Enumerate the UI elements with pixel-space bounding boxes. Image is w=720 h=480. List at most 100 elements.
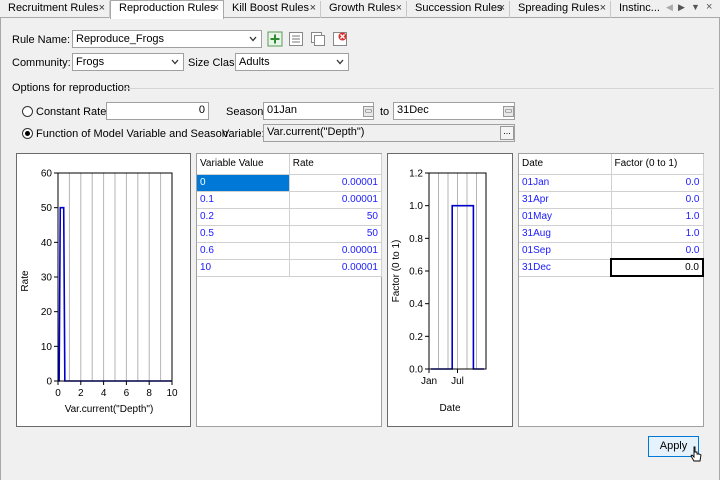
close-icon[interactable]: × [213, 1, 219, 16]
season-from-input[interactable]: 01Jan [263, 102, 374, 120]
reproduction-rules-panel: Rule Name: Reproduce_Frogs Community: Fr… [0, 18, 720, 480]
rate-table-cell[interactable]: 0 [197, 174, 290, 192]
rate-table: Variable Value Rate 0 0.00001 0.1 0.00001 0.… [196, 153, 383, 427]
close-icon[interactable]: × [396, 1, 402, 16]
y-tick-label: 1.0 [409, 201, 423, 212]
rate-table-header-variable[interactable]: Variable Value [197, 154, 290, 175]
constant-rate-value: 0 [198, 104, 205, 116]
factor-table-row[interactable]: 01Sep 0.0 [519, 242, 704, 260]
tab-list-icon[interactable]: ▼ [691, 2, 700, 12]
factor-table-header-date[interactable]: Date [519, 154, 612, 175]
rate-table-cell[interactable]: 0.00001 [289, 242, 383, 260]
factor-table-row[interactable]: 31Dec 0.0 [519, 258, 704, 277]
tab-kill-boost-rules[interactable]: Kill Boost Rules × [224, 1, 321, 18]
close-icon[interactable]: × [706, 1, 712, 13]
x-tick-label: Jul [451, 376, 464, 387]
function-label[interactable]: Function of Model Variable and Season [36, 127, 228, 141]
rate-table-cell[interactable]: 0.5 [197, 225, 290, 243]
x-tick-label: 0 [55, 388, 61, 399]
rate-table-row[interactable]: 0.2 50 [197, 208, 383, 226]
season-to-input[interactable]: 31Dec [393, 102, 515, 120]
factor-table-cell[interactable]: 0.0 [611, 242, 704, 260]
add-rule-icon[interactable] [267, 31, 283, 47]
factor-table-cell[interactable]: 0.0 [611, 174, 704, 192]
tab-succession-rules[interactable]: Succession Rules × [407, 1, 510, 18]
season-to-value: 31Dec [397, 104, 429, 116]
constant-rate-input[interactable]: 0 [106, 102, 209, 120]
factor-table-row[interactable]: 31Apr 0.0 [519, 191, 704, 209]
constant-rate-label[interactable]: Constant Rate: [36, 105, 109, 119]
scroll-left-icon[interactable]: ◀ [666, 2, 673, 13]
factor-table-row[interactable]: 31Aug 1.0 [519, 225, 704, 243]
rate-table-row[interactable]: 10 0.00001 [197, 259, 383, 277]
rule-name-label: Rule Name: [12, 34, 71, 46]
y-tick-label: 10 [41, 342, 53, 353]
close-icon[interactable]: × [99, 1, 105, 16]
rate-table-cell[interactable]: 10 [197, 259, 290, 277]
factor-table-row[interactable]: 01Jan 0.0 [519, 174, 704, 192]
function-radio[interactable] [22, 128, 33, 139]
variable-input[interactable]: Var.current("Depth") [263, 124, 515, 142]
factor-table-cell[interactable]: 01Sep [519, 242, 612, 260]
tab-instinct-rules[interactable]: Instinc... [611, 1, 665, 18]
rate-table-header-rate[interactable]: Rate [289, 154, 383, 175]
factor-table-cell[interactable]: 31Dec [519, 259, 612, 277]
radio-selected-dot [25, 131, 30, 136]
tab-label: Instinc... [619, 2, 660, 14]
rate-table-cell[interactable]: 50 [289, 225, 383, 243]
tab-reproduction-rules[interactable]: Reproduction Rules × [110, 0, 224, 19]
rate-table-cell[interactable]: 0.6 [197, 242, 290, 260]
rate-table-cell[interactable]: 0.2 [197, 208, 290, 226]
calendar-icon[interactable]: ▭ [503, 106, 514, 117]
factor-table-cell[interactable]: 1.0 [611, 208, 704, 226]
factor-table-cell[interactable]: 31Apr [519, 191, 612, 209]
tab-growth-rules[interactable]: Growth Rules × [321, 1, 407, 18]
x-tick-label: 2 [78, 388, 84, 399]
rule-name-combo[interactable]: Reproduce_Frogs [72, 30, 262, 48]
factor-chart-gridlines [438, 173, 477, 369]
rate-table-row[interactable]: 0 0.00001 [197, 174, 383, 192]
calendar-icon[interactable]: ▭ [363, 106, 374, 117]
y-tick-label: 0.6 [409, 267, 423, 278]
community-combo[interactable]: Frogs [72, 53, 184, 71]
factor-table: Date Factor (0 to 1) 01Jan 0.0 31Apr 0.0 01M… [518, 153, 704, 427]
rate-table-cell[interactable]: 0.00001 [289, 259, 383, 277]
scroll-right-icon[interactable]: ▶ [678, 2, 685, 13]
size-class-combo[interactable]: Adults [235, 53, 349, 71]
close-icon[interactable]: × [600, 1, 606, 16]
season-from-value: 01Jan [267, 104, 297, 116]
rate-table-cell[interactable]: 0.00001 [289, 174, 383, 192]
community-value: Frogs [76, 56, 105, 68]
rate-table-cell[interactable]: 50 [289, 208, 383, 226]
copy-icon[interactable] [310, 31, 326, 47]
y-tick-label: 1.2 [409, 169, 423, 180]
rate-table-row[interactable]: 0.1 0.00001 [197, 191, 383, 209]
factor-table-cell[interactable]: 0.0 [610, 258, 704, 277]
rate-table-row[interactable]: 0.6 0.00001 [197, 242, 383, 260]
rate-table-row[interactable]: 0.5 50 [197, 225, 383, 243]
x-tick-label: 4 [101, 388, 107, 399]
factor-table-cell[interactable]: 1.0 [611, 225, 704, 243]
delete-rule-icon[interactable] [332, 31, 348, 47]
factor-table-cell[interactable]: 01May [519, 208, 612, 226]
factor-table-cell[interactable]: 0.0 [611, 191, 704, 209]
tab-label: Kill Boost Rules [232, 2, 310, 14]
factor-table-cell[interactable]: 31Aug [519, 225, 612, 243]
close-icon[interactable]: × [499, 1, 505, 16]
list-icon[interactable] [288, 31, 304, 47]
rate-table-cell[interactable]: 0.1 [197, 191, 290, 209]
constant-rate-radio[interactable] [22, 106, 33, 117]
y-tick-label: 50 [41, 203, 53, 214]
factor-table-header-factor[interactable]: Factor (0 to 1) [611, 154, 704, 175]
tab-spreading-rules[interactable]: Spreading Rules × [510, 1, 611, 18]
variable-picker-button[interactable]: ... [500, 126, 514, 140]
factor-table-cell[interactable]: 01Jan [519, 174, 612, 192]
tab-label: Succession Rules [415, 2, 503, 14]
rate-table-cell[interactable]: 0.00001 [289, 191, 383, 209]
tab-recruitment-rules[interactable]: Recruitment Rules × [0, 1, 110, 18]
tab-label: Growth Rules [329, 2, 396, 14]
factor-table-row[interactable]: 01May 1.0 [519, 208, 704, 226]
factor-chart-panel: 0.0 0.2 0.4 0.6 0.8 1.0 1.2 Jan Jul Factor (0 to… [387, 153, 513, 427]
season-label: Season: [226, 106, 267, 118]
close-icon[interactable]: × [310, 1, 316, 16]
